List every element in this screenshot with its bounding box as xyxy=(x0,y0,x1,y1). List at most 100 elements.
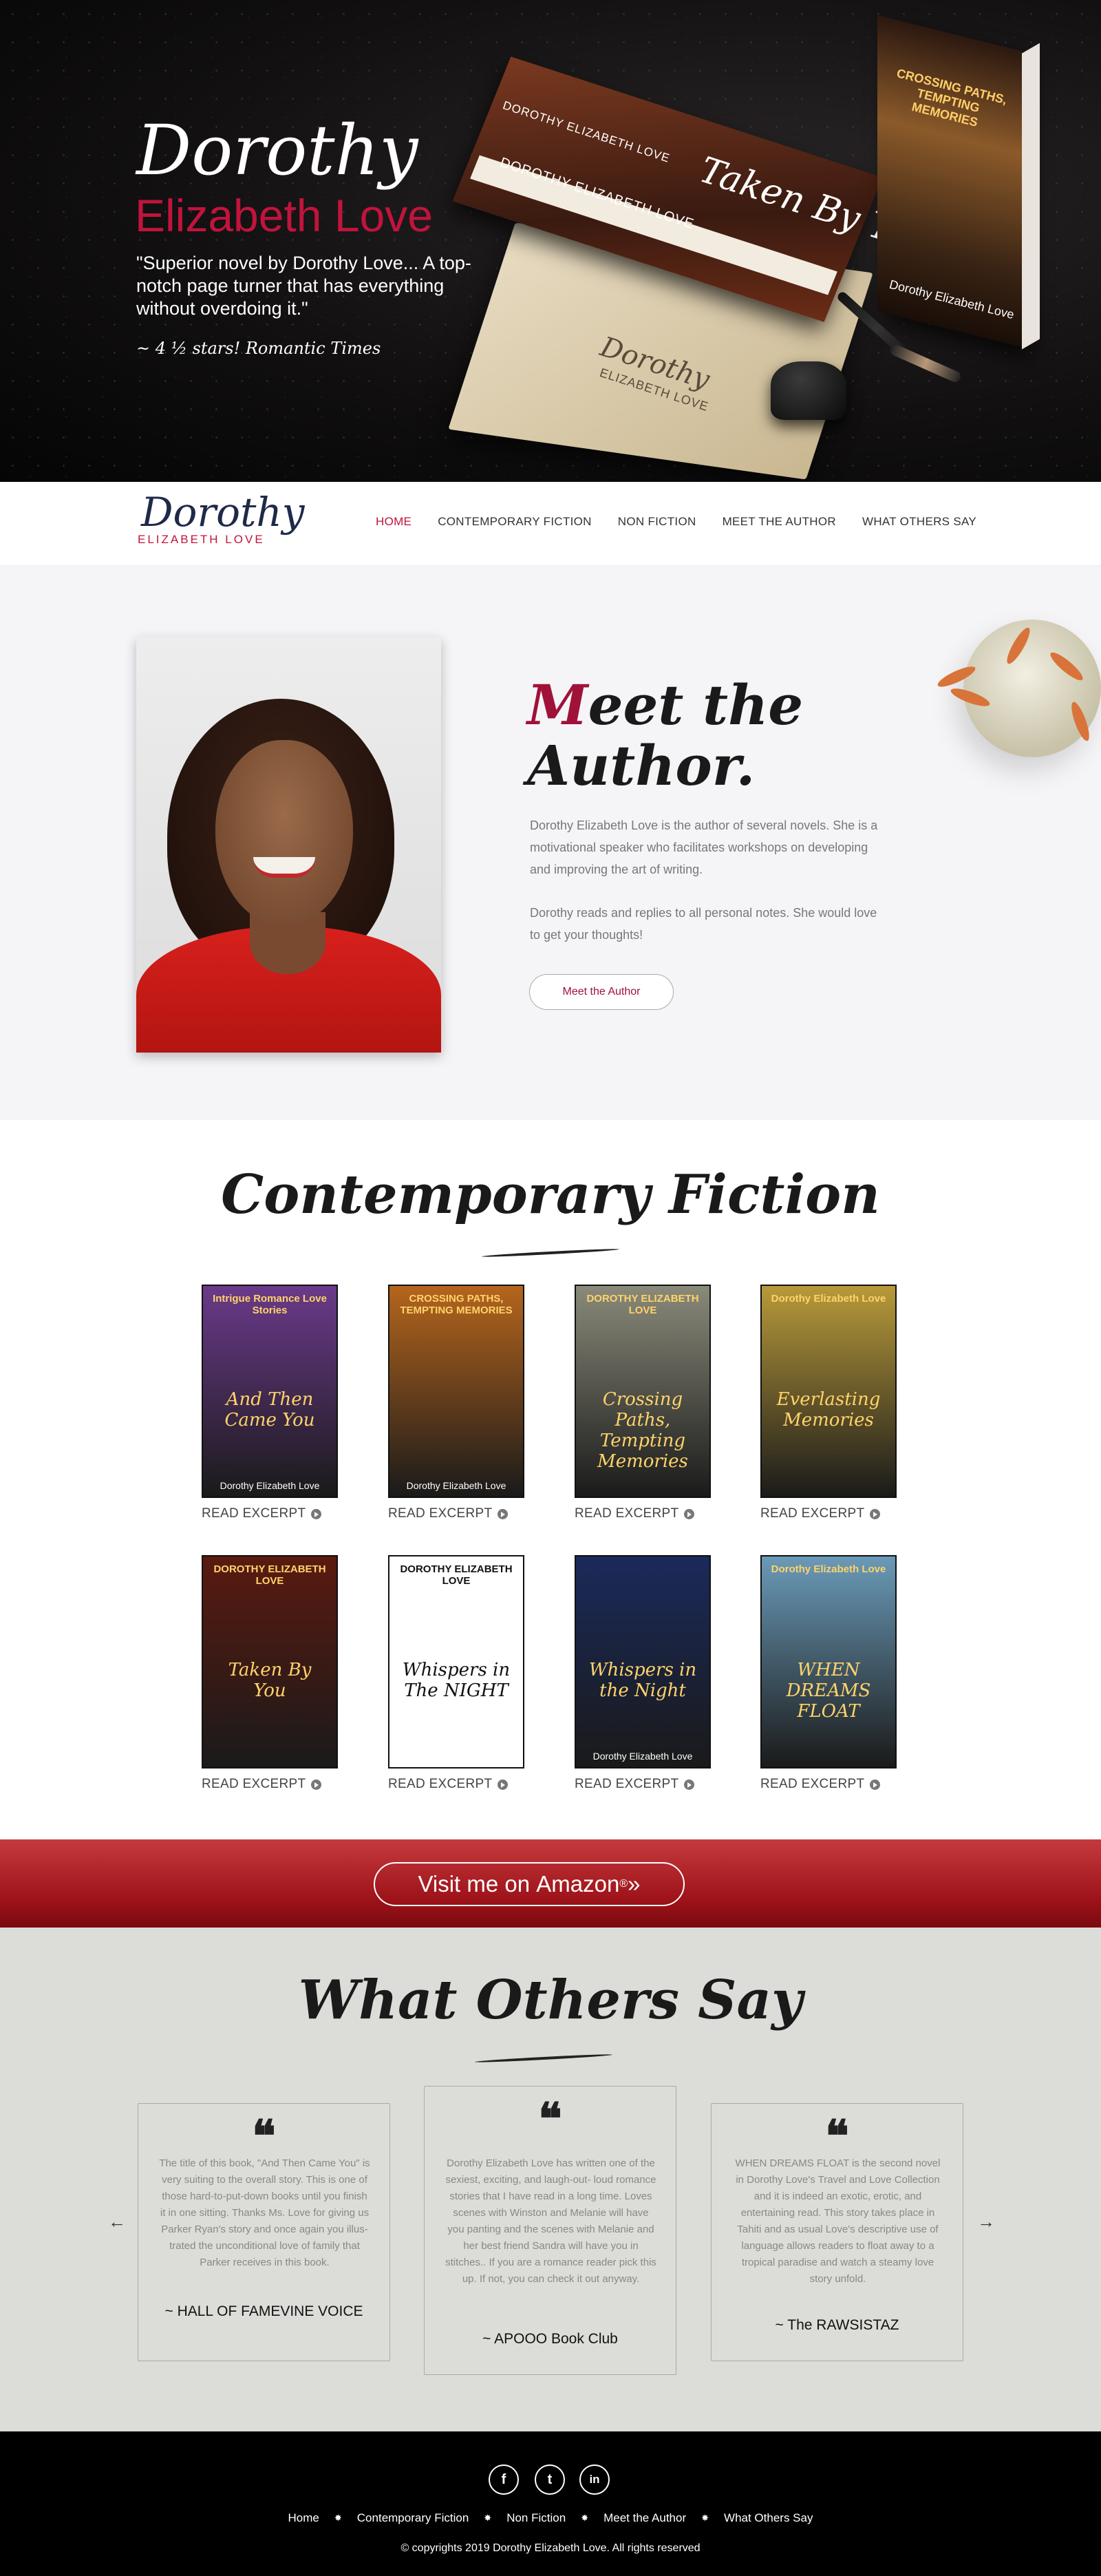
read-excerpt-label: READ EXCERPT xyxy=(760,1506,865,1521)
read-excerpt-link[interactable]: READ EXCERPT xyxy=(760,1777,881,1792)
quote-icon: ❝ xyxy=(252,2111,276,2162)
linkedin-icon[interactable]: in xyxy=(579,2464,610,2495)
nav-links: HOME CONTEMPORARY FICTION NON FICTION ME… xyxy=(376,515,1003,529)
title-swash xyxy=(482,1247,619,1258)
play-circle-icon xyxy=(498,1779,509,1790)
testimonial-card: ❝ Dorothy Elizabeth Love has written one… xyxy=(424,2086,676,2375)
book-top-text: DOROTHY ELIZABETH LOVE xyxy=(400,1563,513,1587)
book-cover[interactable]: DOROTHY ELIZABETH LOVE Taken By You xyxy=(202,1555,338,1769)
amazon-registered: ® xyxy=(619,1878,628,1890)
read-excerpt-link[interactable]: READ EXCERPT xyxy=(388,1506,509,1521)
meet-author-button[interactable]: Meet the Author xyxy=(529,974,674,1010)
read-excerpt-link[interactable]: READ EXCERPT xyxy=(760,1506,881,1521)
book-top-text: Dorothy Elizabeth Love xyxy=(771,1563,886,1575)
logo-subtitle[interactable]: ELIZABETH LOVE xyxy=(138,533,265,547)
twitter-icon[interactable]: t xyxy=(535,2464,565,2495)
carousel-prev-arrow[interactable]: ← xyxy=(108,2211,126,2232)
play-circle-icon xyxy=(684,1508,695,1519)
testimonial-card: ❝ WHEN DREAMS FLOAT is the second novel … xyxy=(711,2103,963,2361)
play-circle-icon xyxy=(311,1508,322,1519)
meet-author-title: Meet the Author. xyxy=(527,675,803,796)
read-excerpt-label: READ EXCERPT xyxy=(760,1777,865,1791)
book-title-text: Taken By You xyxy=(228,1660,312,1701)
hero-title-surname: Elizabeth Love xyxy=(135,190,433,241)
separator-icon: ✸ xyxy=(334,2513,342,2523)
book-cover[interactable]: Intrigue Romance Love Stories And Then Ca… xyxy=(202,1285,338,1498)
book-author-text: Dorothy Elizabeth Love xyxy=(406,1480,506,1491)
what-others-say-title: What Others Say xyxy=(298,1969,803,2031)
read-excerpt-label: READ EXCERPT xyxy=(202,1506,306,1521)
play-circle-icon xyxy=(684,1779,695,1790)
author-photo xyxy=(136,637,441,1053)
amazon-brand: Amazon xyxy=(536,1871,620,1897)
visit-amazon-button[interactable]: Visit me on Amazon ® » xyxy=(374,1862,685,1906)
book-cover[interactable]: CROSSING PATHS, TEMPTING MEMORIES Dorothy… xyxy=(388,1285,524,1498)
read-excerpt-link[interactable]: READ EXCERPT xyxy=(575,1777,695,1792)
footer-link-home[interactable]: Home xyxy=(288,2511,319,2525)
quote-icon: ❝ xyxy=(825,2111,849,2162)
book-author-text: Dorothy Elizabeth Love xyxy=(220,1480,320,1491)
nav-non-fiction[interactable]: NON FICTION xyxy=(618,515,696,529)
book-author-text: Dorothy Elizabeth Love xyxy=(592,1751,693,1762)
nav-home[interactable]: HOME xyxy=(376,515,411,529)
play-circle-icon xyxy=(311,1779,322,1790)
amazon-chevrons: » xyxy=(628,1871,641,1897)
amazon-prefix: Visit me on xyxy=(418,1871,531,1897)
testimonial-author: ~ HALL OF FAMEVINE VOICE xyxy=(164,2303,363,2319)
book-top-text: DOROTHY ELIZABETH LOVE xyxy=(586,1293,699,1316)
author-bio: Dorothy Elizabeth Love is the author of … xyxy=(530,819,878,876)
read-excerpt-label: READ EXCERPT xyxy=(575,1506,679,1521)
nav-what-others-say[interactable]: WHAT OTHERS SAY xyxy=(862,515,976,529)
book-top-text: CROSSING PATHS, TEMPTING MEMORIES xyxy=(400,1293,513,1316)
testimonial-text: WHEN DREAMS FLOAT is the second novel in… xyxy=(735,2157,941,2285)
book-top-text: Dorothy Elizabeth Love xyxy=(771,1293,886,1305)
read-excerpt-label: READ EXCERPT xyxy=(388,1777,493,1791)
book-title-text: Everlasting Memories xyxy=(776,1389,881,1430)
nav-meet-the-author[interactable]: MEET THE AUTHOR xyxy=(723,515,836,529)
logo-name[interactable]: Dorothy xyxy=(141,489,305,536)
play-circle-icon xyxy=(870,1779,881,1790)
author-contact-note: Dorothy reads and replies to all persona… xyxy=(530,906,877,942)
meet-title-line1: eet the xyxy=(588,673,804,737)
play-circle-icon xyxy=(498,1508,509,1519)
book-cover[interactable]: DOROTHY ELIZABETH LOVE Whispers in The NI… xyxy=(388,1555,524,1769)
testimonial-author: ~ APOOO Book Club xyxy=(482,2331,618,2347)
hero-book-b-pages xyxy=(1022,43,1040,350)
book-title-text: Whispers in The NIGHT xyxy=(402,1660,511,1701)
footer-links: Home ✸ Contemporary Fiction ✸ Non Fictio… xyxy=(0,2511,1101,2525)
carousel-next-arrow[interactable]: → xyxy=(977,2211,995,2232)
read-excerpt-link[interactable]: READ EXCERPT xyxy=(202,1777,322,1792)
book-cover[interactable]: Whispers in the Night Dorothy Elizabeth L… xyxy=(575,1555,711,1769)
facebook-icon[interactable]: f xyxy=(489,2464,519,2495)
meet-title-initial: M xyxy=(527,673,588,737)
read-excerpt-link[interactable]: READ EXCERPT xyxy=(202,1506,322,1521)
quote-icon: ❝ xyxy=(538,2093,562,2145)
book-title-text: And Then Came You xyxy=(224,1389,315,1430)
hero-citation: ~ 4 ½ stars! Romantic Times xyxy=(136,339,381,358)
book-top-text: Intrigue Romance Love Stories xyxy=(213,1293,327,1316)
read-excerpt-link[interactable]: READ EXCERPT xyxy=(575,1506,695,1521)
book-title-text: Whispers in the Night xyxy=(588,1660,697,1701)
footer-link-non-fiction[interactable]: Non Fiction xyxy=(506,2511,566,2525)
inkpot-image xyxy=(771,361,846,420)
separator-icon: ✸ xyxy=(484,2513,492,2523)
footer-link-contemporary-fiction[interactable]: Contemporary Fiction xyxy=(357,2511,469,2525)
footer-link-meet-the-author[interactable]: Meet the Author xyxy=(603,2511,686,2525)
separator-icon: ✸ xyxy=(581,2513,589,2523)
read-excerpt-label: READ EXCERPT xyxy=(388,1506,493,1521)
book-title-text: WHEN DREAMS FLOAT xyxy=(786,1660,871,1722)
flower-vase-image xyxy=(963,620,1101,757)
contemporary-fiction-title: Contemporary Fiction xyxy=(221,1163,880,1226)
read-excerpt-label: READ EXCERPT xyxy=(575,1777,679,1791)
separator-icon: ✸ xyxy=(701,2513,709,2523)
book-top-text: DOROTHY ELIZABETH LOVE xyxy=(213,1563,326,1587)
book-cover[interactable]: Dorothy Elizabeth Love Everlasting Memori… xyxy=(760,1285,897,1498)
testimonial-text: Dorothy Elizabeth Love has written one o… xyxy=(445,2157,656,2285)
read-excerpt-link[interactable]: READ EXCERPT xyxy=(388,1777,509,1792)
book-title-text: Crossing Paths, Tempting Memories xyxy=(597,1389,688,1472)
book-cover[interactable]: DOROTHY ELIZABETH LOVE Crossing Paths, Te… xyxy=(575,1285,711,1498)
book-cover[interactable]: Dorothy Elizabeth Love WHEN DREAMS FLOAT xyxy=(760,1555,897,1769)
footer-link-what-others-say[interactable]: What Others Say xyxy=(724,2511,813,2525)
nav-contemporary-fiction[interactable]: CONTEMPORARY FICTION xyxy=(438,515,592,529)
copyright-text: © copyrights 2019 Dorothy Elizabeth Love… xyxy=(400,2542,701,2554)
